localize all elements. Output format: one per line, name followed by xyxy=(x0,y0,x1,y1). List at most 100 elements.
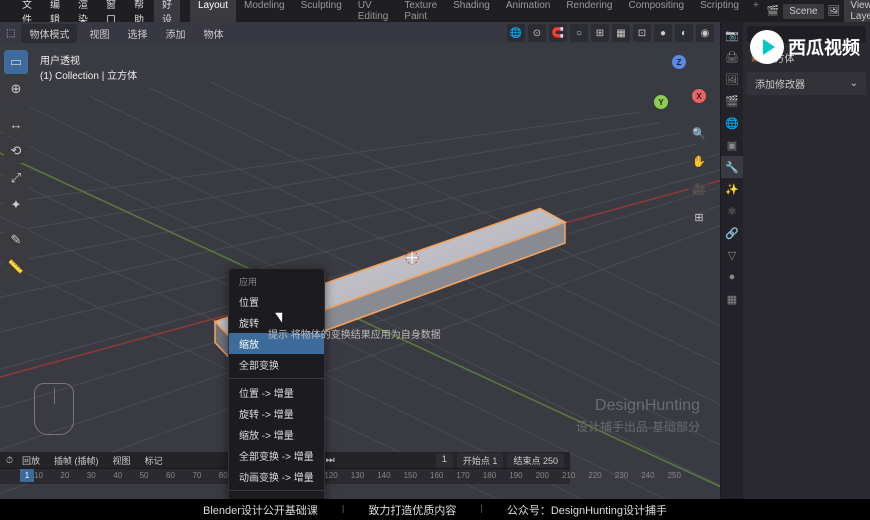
mouse-hint-icon xyxy=(34,383,74,435)
tl-tick: 40 xyxy=(113,471,122,480)
chevron-down-icon: ⌄ xyxy=(850,78,858,89)
context-menu-apply: 应用 位置 旋转 缩放 全部变换 位置 -> 增量 旋转 -> 增量 缩放 ->… xyxy=(228,268,325,505)
prop-modifier-icon[interactable]: 🔧 xyxy=(721,156,743,178)
shading-rendered-icon[interactable]: ◉ xyxy=(696,24,714,42)
tl-tick: 50 xyxy=(140,471,149,480)
video-statusbar: Blender设计公开基础课 l 致力打造优质内容 l 公众号：DesignHu… xyxy=(0,499,870,520)
prop-particle-icon[interactable]: ✨ xyxy=(721,178,743,200)
properties-panel: 📷 🖨 🖼 🎬 🌐 ▣ 🔧 ✨ ⚛ 🔗 ▽ ● ▦ ▣立方体 添加修改器⌄ xyxy=(720,22,870,505)
scene-icon: 🎬 xyxy=(767,6,779,17)
tool-scale[interactable]: ⤢ xyxy=(4,166,28,190)
shading-wire-icon[interactable]: ⊡ xyxy=(633,24,651,42)
gizmo-y-icon[interactable]: Y xyxy=(654,95,668,109)
vh-view[interactable]: 视图 xyxy=(83,24,115,43)
editor-type-icon[interactable]: ⬚ xyxy=(6,28,15,39)
prop-scene-icon[interactable]: 🎬 xyxy=(721,90,743,112)
mode-dropdown[interactable]: 物体模式 xyxy=(21,24,77,43)
tl-playback[interactable]: 回放 xyxy=(17,453,45,468)
vh-select[interactable]: 选择 xyxy=(121,24,153,43)
tooltip: 提示 将物体的变换结果应用为自身数据 xyxy=(260,322,449,345)
scene-selector[interactable]: Scene xyxy=(783,4,823,19)
tl-keying[interactable]: 插帧 (插帧) xyxy=(49,453,104,468)
prop-render-icon[interactable]: 📷 xyxy=(721,24,743,46)
playhead[interactable]: 1 xyxy=(20,469,34,482)
prop-object-icon[interactable]: ▣ xyxy=(721,134,743,156)
viewport-info-label: 用户透视 (1) Collection | 立方体 xyxy=(40,52,137,82)
nav-gizmo[interactable]: Z X Y xyxy=(648,57,708,117)
tl-marker[interactable]: 标记 xyxy=(140,453,168,468)
tl-tick: 160 xyxy=(430,471,443,480)
tl-tick: 190 xyxy=(509,471,522,480)
tl-tick: 80 xyxy=(219,471,228,480)
prop-output-icon[interactable]: 🖨 xyxy=(721,46,743,68)
cm-loc-delta[interactable]: 位置 -> 增量 xyxy=(229,382,324,403)
tl-tick: 240 xyxy=(641,471,654,480)
shading-material-icon[interactable]: ◐ xyxy=(675,24,693,42)
tool-measure[interactable]: 📏 xyxy=(4,255,28,279)
cm-all[interactable]: 全部变换 xyxy=(229,354,324,375)
tl-tick: 120 xyxy=(324,471,337,480)
current-frame[interactable]: 1 xyxy=(436,453,453,468)
layer-icon: 🖼 xyxy=(828,6,841,17)
prop-physics-icon[interactable]: ⚛ xyxy=(721,200,743,222)
tl-tick: 140 xyxy=(377,471,390,480)
tool-transform[interactable]: ✦ xyxy=(4,193,28,217)
tl-tick: 150 xyxy=(404,471,417,480)
tl-view[interactable]: 视图 xyxy=(108,453,136,468)
tl-tick: 170 xyxy=(456,471,469,480)
tl-tick: 250 xyxy=(668,471,681,480)
proportional-icon[interactable]: ○ xyxy=(570,24,588,42)
viewport-header: ⬚ 物体模式 视图 选择 添加 物体 🌐 ⊙ 🧲 ○ ⊞ ▦ ⊡ ● ◐ ◉ xyxy=(0,22,720,44)
prop-viewlayer-icon[interactable]: 🖼 xyxy=(721,68,743,90)
status-wechat: 公众号：DesignHunting设计捕手 xyxy=(507,502,667,518)
prop-constraint-icon[interactable]: 🔗 xyxy=(721,222,743,244)
tl-tick: 200 xyxy=(536,471,549,480)
pan-icon[interactable]: ✋ xyxy=(688,150,710,172)
tool-annotate[interactable]: ✎ xyxy=(4,228,28,252)
perspective-icon[interactable]: ⊞ xyxy=(688,206,710,228)
vh-add[interactable]: 添加 xyxy=(159,24,191,43)
cm-rot-delta[interactable]: 旋转 -> 增量 xyxy=(229,403,324,424)
watermark-sub: DesignHunting 设计捕手出品-基础部分 xyxy=(576,397,700,435)
cm-anim-delta[interactable]: 动画变换 -> 增量 xyxy=(229,466,324,487)
status-slogan: 致力打造优质内容 xyxy=(368,502,456,518)
prop-world-icon[interactable]: 🌐 xyxy=(721,112,743,134)
add-modifier-button[interactable]: 添加修改器⌄ xyxy=(747,72,866,95)
camera-view-icon[interactable]: 🎥 xyxy=(688,178,710,200)
gizmo-z-icon[interactable]: Z xyxy=(672,55,686,69)
cm-header: 应用 xyxy=(229,272,324,291)
status-course: Blender设计公开基础课 xyxy=(203,502,318,518)
tl-tick: 130 xyxy=(351,471,364,480)
tool-move[interactable]: ↔ xyxy=(4,112,28,136)
viewlayer-selector[interactable]: View Layer xyxy=(844,0,870,24)
cm-location[interactable]: 位置 xyxy=(229,291,324,312)
vh-object[interactable]: 物体 xyxy=(197,24,229,43)
tl-tick: 70 xyxy=(192,471,201,480)
end-frame[interactable]: 结束点 250 xyxy=(507,453,564,468)
orientation-icon[interactable]: 🌐 xyxy=(507,24,525,42)
zoom-icon[interactable]: 🔍 xyxy=(688,122,710,144)
tl-tick: 30 xyxy=(87,471,96,480)
tl-tick: 60 xyxy=(166,471,175,480)
toolbar-left: ▭ ⊕ ↔ ⟲ ⤢ ✦ ✎ 📏 xyxy=(4,50,32,280)
overlay-icon[interactable]: ⊞ xyxy=(591,24,609,42)
prop-data-icon[interactable]: ▽ xyxy=(721,244,743,266)
pivot-icon[interactable]: ⊙ xyxy=(528,24,546,42)
snap-icon[interactable]: 🧲 xyxy=(549,24,567,42)
xray-icon[interactable]: ▦ xyxy=(612,24,630,42)
prop-material-icon[interactable]: ● xyxy=(721,266,743,288)
tool-select[interactable]: ▭ xyxy=(4,50,28,74)
tool-rotate[interactable]: ⟲ xyxy=(4,139,28,163)
start-frame[interactable]: 开始点 1 xyxy=(457,453,504,468)
cm-scale-delta[interactable]: 缩放 -> 增量 xyxy=(229,424,324,445)
shading-solid-icon[interactable]: ● xyxy=(654,24,672,42)
jump-end-icon[interactable]: ⏭ xyxy=(324,454,337,467)
tl-tick: 10 xyxy=(34,471,43,480)
gizmo-x-icon[interactable]: X xyxy=(692,89,706,103)
timeline-editor-icon[interactable]: ⏱ xyxy=(6,455,13,466)
viewport-3d[interactable] xyxy=(0,44,720,505)
tl-tick: 230 xyxy=(615,471,628,480)
tool-cursor[interactable]: ⊕ xyxy=(4,77,28,101)
prop-texture-icon[interactable]: ▦ xyxy=(721,288,743,310)
cm-all-delta[interactable]: 全部变换 -> 增量 xyxy=(229,445,324,466)
